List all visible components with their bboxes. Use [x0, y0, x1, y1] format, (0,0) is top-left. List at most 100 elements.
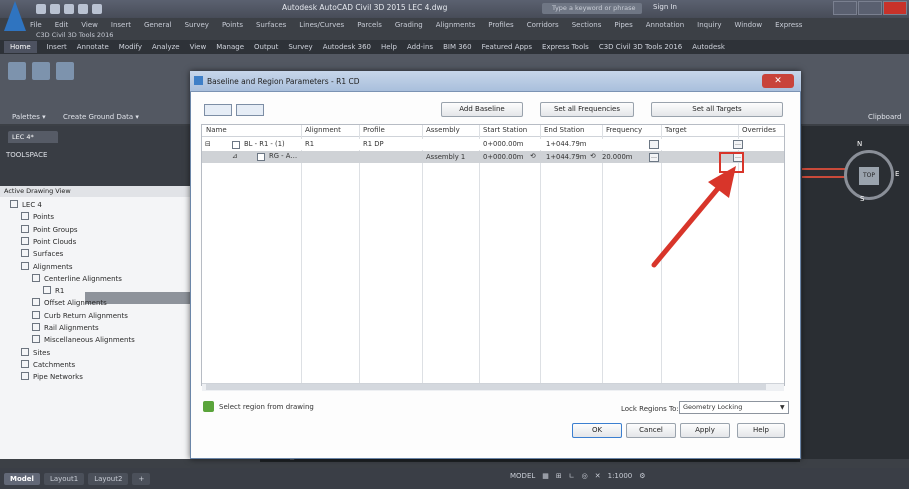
menu-item[interactable]: Sections — [572, 21, 602, 29]
help-button[interactable]: Help — [737, 423, 785, 438]
lock-regions-select[interactable]: Geometry Locking — [679, 401, 789, 414]
tree-item[interactable]: LEC 4 — [10, 200, 42, 209]
osnap-icon[interactable]: ✕ — [595, 472, 601, 480]
col-target[interactable]: Target — [665, 126, 687, 134]
menu-item[interactable]: File — [30, 21, 42, 29]
col-profile[interactable]: Profile — [363, 126, 385, 134]
cancel-button[interactable]: Cancel — [626, 423, 676, 438]
expand-all-button[interactable] — [204, 104, 232, 116]
baseline-start-station[interactable]: 0+000.00m — [483, 140, 523, 148]
menu-item[interactable]: Insert — [111, 21, 131, 29]
layout1-tab[interactable]: Layout1 — [43, 472, 85, 485]
ribbon-tab[interactable]: Survey — [288, 43, 312, 51]
region-frequency[interactable]: 20.000m — [602, 153, 632, 161]
pick-station-icon[interactable]: ⟲ — [530, 152, 536, 160]
open-icon[interactable] — [50, 4, 60, 14]
menu-item[interactable]: Window — [735, 21, 763, 29]
scrollbar-thumb[interactable] — [206, 384, 766, 390]
create-ground-data-panel-label[interactable]: Create Ground Data ▾ — [63, 113, 139, 121]
model-space-toggle[interactable]: MODEL — [510, 472, 535, 480]
menu-item[interactable]: Pipes — [614, 21, 632, 29]
dialog-close-button[interactable]: ✕ — [762, 74, 794, 88]
snap-icon[interactable]: ⊞ — [556, 472, 562, 480]
pick-station-icon[interactable]: ⟲ — [590, 152, 596, 160]
ribbon-tab[interactable]: View — [190, 43, 207, 51]
save-icon[interactable] — [64, 4, 74, 14]
new-icon[interactable] — [36, 4, 46, 14]
redo-icon[interactable] — [92, 4, 102, 14]
ribbon-tab[interactable]: Modify — [119, 43, 142, 51]
tree-item[interactable]: Point Groups — [21, 224, 78, 234]
ortho-icon[interactable]: ∟ — [569, 472, 575, 480]
menu-item[interactable]: Inquiry — [697, 21, 721, 29]
region-assembly[interactable]: Assembly 1 — [426, 153, 465, 161]
tree-item[interactable]: Catchments — [21, 359, 75, 369]
menu-item[interactable]: General — [144, 21, 172, 29]
baseline-frequency-button[interactable] — [649, 140, 659, 149]
polar-icon[interactable]: ◎ — [582, 472, 588, 480]
col-name[interactable]: Name — [206, 126, 227, 134]
apply-button[interactable]: Apply — [680, 423, 730, 438]
layout2-tab[interactable]: Layout2 — [88, 472, 129, 485]
menu-item[interactable]: Express — [775, 21, 802, 29]
ribbon-tab[interactable]: Insert — [47, 43, 67, 51]
menu-item[interactable]: Grading — [395, 21, 423, 29]
menu-item[interactable]: Annotation — [646, 21, 684, 29]
import-survey-icon[interactable] — [56, 62, 74, 80]
tree-item[interactable]: Surfaces — [21, 249, 63, 258]
ribbon-tab[interactable]: Analyze — [152, 43, 180, 51]
ribbon-tab[interactable]: Express Tools — [542, 43, 589, 51]
tree-item[interactable]: Curb Return Alignments — [32, 310, 128, 320]
survey-icon[interactable] — [32, 62, 50, 80]
ribbon-tab[interactable]: Manage — [216, 43, 244, 51]
chevron-down-icon[interactable]: ▼ — [780, 401, 785, 414]
col-alignment[interactable]: Alignment — [305, 126, 341, 134]
baseline-overrides-button[interactable]: … — [733, 140, 743, 149]
col-frequency[interactable]: Frequency — [606, 126, 642, 134]
col-overrides[interactable]: Overrides — [742, 126, 776, 134]
tree-item[interactable]: Point Clouds — [21, 236, 76, 246]
settings-icon[interactable]: ⚙ — [639, 472, 645, 480]
tree-item[interactable]: Miscellaneous Alignments — [32, 335, 135, 344]
add-baseline-button[interactable]: Add Baseline — [441, 102, 523, 117]
baseline-end-station[interactable]: 1+044.79m — [546, 140, 586, 148]
region-end-station[interactable]: 1+044.79m — [546, 153, 586, 161]
ribbon-tab[interactable]: Help — [381, 43, 397, 51]
collapse-toggle-icon[interactable]: ⊟ — [205, 140, 211, 148]
menu-item[interactable]: Surfaces — [256, 21, 286, 29]
tree-item[interactable]: Sites — [21, 347, 50, 357]
set-all-frequencies-button[interactable]: Set all Frequencies — [540, 102, 634, 117]
col-end-station[interactable]: End Station — [544, 126, 584, 134]
toolspace-icon[interactable] — [8, 62, 26, 80]
menu-item[interactable]: Profiles — [488, 21, 513, 29]
ribbon-tab[interactable]: Add-ins — [407, 43, 433, 51]
collapse-all-button[interactable] — [236, 104, 264, 116]
menu-item[interactable]: View — [81, 21, 98, 29]
tree-item[interactable]: Points — [21, 212, 54, 221]
col-assembly[interactable]: Assembly — [426, 126, 460, 134]
ribbon-tab[interactable]: Home — [4, 41, 37, 53]
tree-item[interactable]: R1 — [43, 286, 64, 295]
ok-button[interactable]: OK — [572, 423, 622, 438]
col-start-station[interactable]: Start Station — [483, 126, 527, 134]
set-all-targets-button[interactable]: Set all Targets — [651, 102, 783, 117]
add-layout-tab[interactable]: + — [132, 472, 151, 485]
search-input[interactable]: Type a keyword or phrase — [542, 3, 642, 14]
menu-item[interactable]: Lines/Curves — [299, 21, 344, 29]
ribbon-tab[interactable]: Featured Apps — [482, 43, 532, 51]
menu-item[interactable]: Points — [222, 21, 243, 29]
maximize-button[interactable] — [858, 1, 882, 15]
tree-item[interactable]: Offset Alignments — [32, 298, 107, 307]
tree-item[interactable]: Centerline Alignments — [32, 273, 122, 283]
clipboard-panel-label[interactable]: Clipboard — [868, 113, 901, 121]
region-checkbox[interactable] — [257, 153, 265, 161]
ribbon-tab[interactable]: Annotate — [77, 43, 109, 51]
menu-item[interactable]: Parcels — [357, 21, 382, 29]
baseline-checkbox[interactable] — [232, 141, 240, 149]
ribbon-tab[interactable]: C3D Civil 3D Tools 2016 — [599, 43, 682, 51]
ribbon-tab[interactable]: Autodesk 360 — [323, 43, 371, 51]
viewcube-top-face[interactable]: TOP — [859, 167, 879, 185]
tree-item[interactable]: Pipe Networks — [21, 372, 83, 381]
menu-item[interactable]: Survey — [185, 21, 209, 29]
palettes-panel-label[interactable]: Palettes ▾ — [12, 113, 46, 121]
